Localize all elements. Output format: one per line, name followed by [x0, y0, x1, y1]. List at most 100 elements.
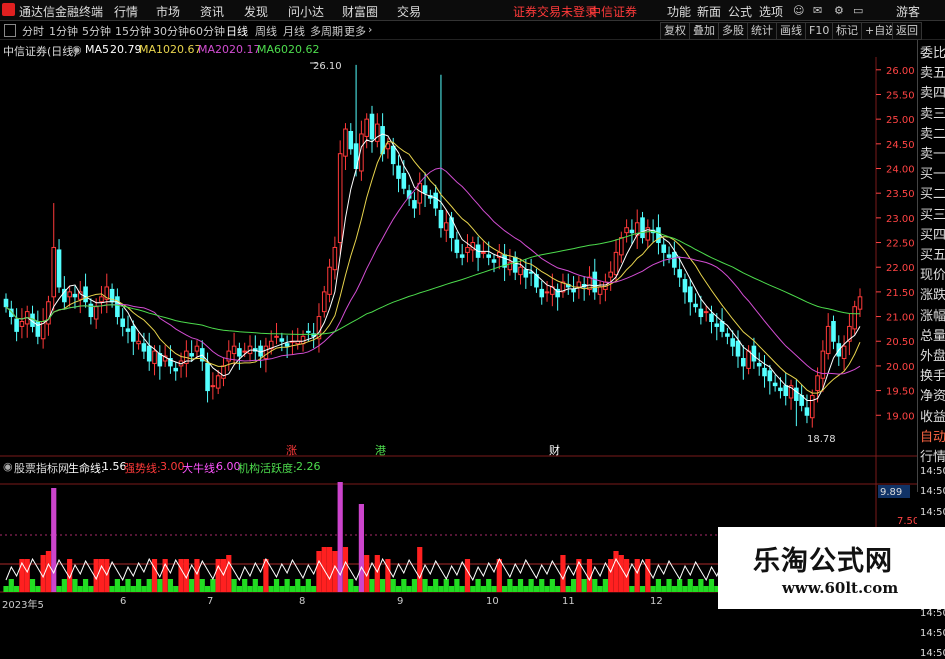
window-controls-icon[interactable]: ▭: [853, 4, 863, 17]
period-tab-timeshare[interactable]: 分时: [22, 23, 44, 39]
mark-button[interactable]: 标记: [832, 22, 862, 40]
side-panel-item[interactable]: 买四: [920, 224, 945, 243]
side-panel-item[interactable]: 自动: [920, 426, 945, 445]
side-panel-item[interactable]: 行情: [920, 446, 945, 465]
menu-options[interactable]: 选项: [759, 3, 783, 20]
period-tab-1min[interactable]: 1分钟: [49, 23, 78, 39]
side-panel-item[interactable]: 收益: [920, 406, 945, 425]
menu-trade[interactable]: 交易: [397, 3, 421, 20]
side-panel-item[interactable]: 买二: [920, 183, 945, 202]
period-tab-5min[interactable]: 5分钟: [82, 23, 111, 39]
indicator-bar: [268, 586, 274, 592]
menu-new-page[interactable]: 新面: [697, 3, 721, 20]
period-tab-30min[interactable]: 30分钟: [153, 23, 189, 39]
side-panel-item[interactable]: 14:50: [920, 628, 945, 639]
menu-markets[interactable]: 市场: [156, 3, 180, 20]
side-panel-item[interactable]: 14:50: [920, 648, 945, 659]
side-panel-item[interactable]: 买五: [920, 244, 945, 263]
marker-hk[interactable]: 港: [375, 444, 386, 457]
indicator-bar: [570, 579, 577, 592]
side-panel-item[interactable]: 买一: [920, 163, 945, 182]
indicator-bar: [406, 586, 412, 592]
indicator-bar: [592, 579, 598, 592]
side-panel-item[interactable]: 卖四: [920, 82, 945, 101]
side-panel-item[interactable]: 外盘: [920, 345, 945, 364]
price-axis-label: 22.50: [886, 239, 915, 250]
candle-body: [783, 385, 789, 397]
menu-function[interactable]: 功能: [667, 3, 691, 20]
candle-body: [221, 365, 226, 379]
menu-news[interactable]: 资讯: [200, 3, 224, 20]
overlay-button[interactable]: 叠加: [689, 22, 719, 40]
menu-wealth[interactable]: 财富圈: [342, 3, 378, 20]
user-icon[interactable]: ☺: [793, 4, 804, 17]
draw-line-button[interactable]: 画线: [776, 22, 806, 40]
menu-formula[interactable]: 公式: [728, 3, 752, 20]
guest-label[interactable]: 游客: [896, 3, 920, 20]
candle-body: [396, 165, 401, 179]
indicator-bar: [326, 547, 333, 592]
side-panel-item[interactable]: 卖二: [920, 123, 945, 142]
candle-body: [592, 271, 598, 293]
indicator-settings-icon[interactable]: ◉: [3, 460, 13, 473]
side-panel-item[interactable]: 换手: [920, 365, 945, 384]
candle-body: [454, 239, 460, 253]
side-panel-item[interactable]: 买三: [920, 204, 945, 223]
indicator-bar: [698, 579, 704, 592]
indicator-bar: [464, 559, 471, 592]
indicator-bar: [24, 559, 30, 592]
candle-body: [125, 328, 131, 332]
period-tab-more[interactable]: 更多: [344, 23, 366, 39]
period-tab-15min[interactable]: 15分钟: [115, 23, 151, 39]
side-panel-item[interactable]: 总量: [920, 325, 945, 344]
side-panel-item[interactable]: 委比: [920, 42, 945, 61]
indicator-bar: [395, 586, 402, 592]
menu-ask[interactable]: 问小达: [288, 3, 324, 20]
side-panel-item[interactable]: 14:50: [920, 466, 945, 477]
side-panel-item[interactable]: 涨幅: [920, 305, 945, 324]
indicator-bar: [613, 551, 619, 592]
indicator-bar: [597, 586, 603, 592]
indicator-bar: [56, 586, 62, 592]
indicator-bar: [204, 586, 211, 592]
side-panel-item[interactable]: 净资: [920, 385, 945, 404]
indicator-bar: [215, 559, 221, 592]
kline-chart[interactable]: 26.00 25.50 25.00 24.50 24.00 23.50 23.00 22.50…: [0, 40, 917, 610]
indicator-bar: [305, 579, 311, 592]
multi-stock-button[interactable]: 多股: [718, 22, 748, 40]
indicator-bar: [342, 547, 349, 592]
chevron-right-icon[interactable]: ›: [368, 23, 372, 36]
f10-button[interactable]: F10: [805, 22, 834, 40]
marker-rise[interactable]: 涨: [286, 444, 297, 457]
marker-finance[interactable]: 财: [549, 443, 560, 457]
broker-name[interactable]: 中信证券: [589, 3, 637, 20]
side-panel-item[interactable]: 14:50: [920, 608, 945, 619]
side-panel-item[interactable]: 卖五: [920, 62, 945, 81]
menu-market[interactable]: 行情: [114, 3, 138, 20]
price-axis-label: 23.50: [886, 189, 915, 200]
indicator-bar: [401, 579, 407, 592]
side-panel-item[interactable]: 14:50: [920, 507, 945, 518]
side-panel-item[interactable]: 卖三: [920, 103, 945, 122]
login-status[interactable]: 证券交易未登录: [513, 3, 597, 20]
side-panel-item[interactable]: 现价: [920, 264, 945, 283]
side-panel-item[interactable]: 14:50: [920, 486, 945, 497]
menu-discover[interactable]: 发现: [244, 3, 268, 20]
period-tab-weekly[interactable]: 周线: [255, 23, 277, 39]
indicator-bar: [146, 579, 152, 592]
settings-icon[interactable]: ⚙: [834, 4, 844, 17]
period-tab-multi[interactable]: 多周期: [310, 23, 343, 39]
indicator-bar: [602, 579, 608, 592]
statistics-button[interactable]: 统计: [747, 22, 777, 40]
message-icon[interactable]: ✉: [813, 4, 822, 17]
back-button[interactable]: 返回: [892, 22, 922, 40]
chart-icon[interactable]: [4, 24, 16, 37]
period-tab-daily[interactable]: 日线: [226, 23, 248, 39]
side-panel-item[interactable]: 涨跌: [920, 284, 945, 303]
period-tab-60min[interactable]: 60分钟: [189, 23, 225, 39]
candle-body: [337, 153, 343, 244]
adjust-button[interactable]: 复权: [660, 22, 690, 40]
side-panel-item[interactable]: 卖一: [920, 143, 945, 162]
period-tab-monthly[interactable]: 月线: [283, 23, 305, 39]
price-axis-label: 19.50: [886, 387, 915, 398]
